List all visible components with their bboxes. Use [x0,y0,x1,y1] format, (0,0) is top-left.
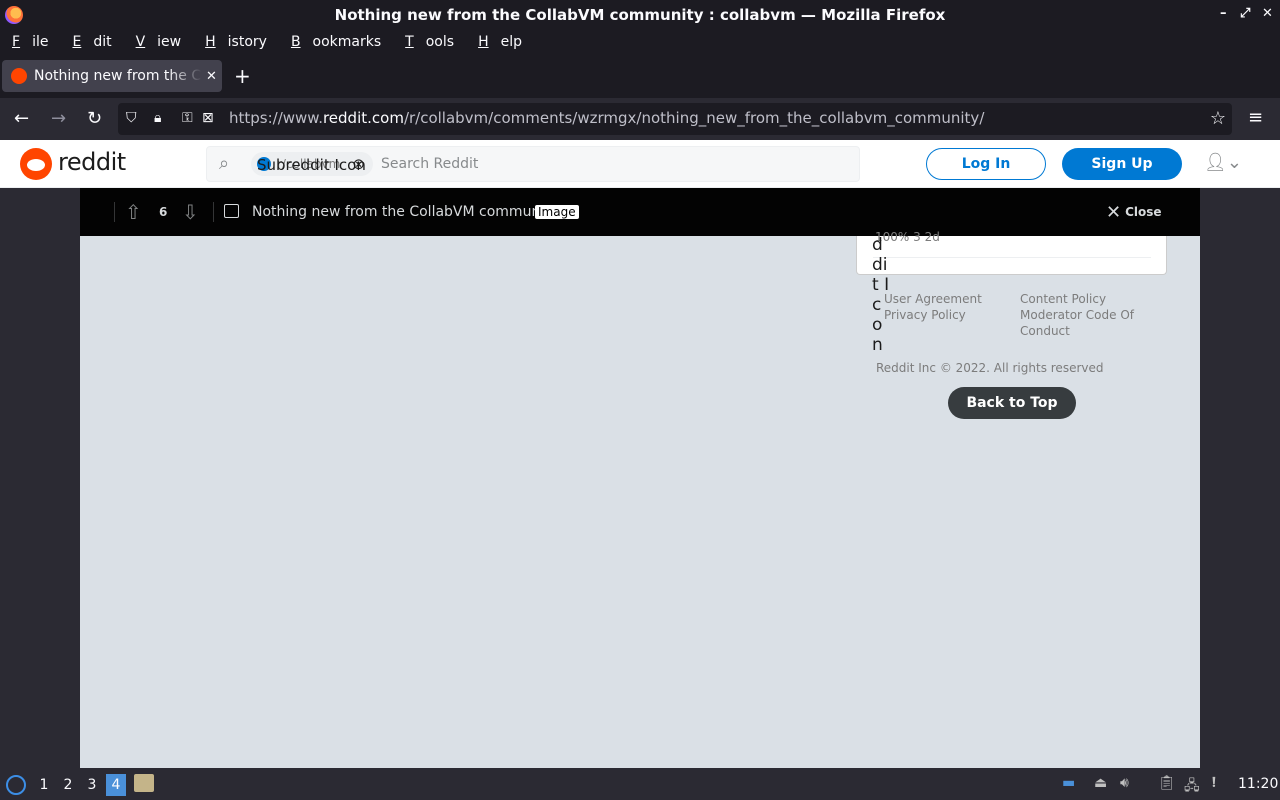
menu-edit[interactable]: Edit [66,34,117,50]
post-flair: Image [535,205,579,219]
lock-icon[interactable]: 🔒︎ [154,110,161,126]
close-icon: ✕ [1106,202,1122,223]
subreddit-icon-alt-text: Subreddit Icon [257,156,366,174]
menu-bookmarks[interactable]: Bookmarks [285,34,387,50]
new-tab-button[interactable]: + [234,64,251,88]
divider [873,257,1151,258]
window-titlebar: Nothing new from the CollabVM community … [0,0,1280,30]
eject-icon[interactable]: ⏏ [1094,775,1107,791]
subreddit-chip[interactable]: r/collabvm Subreddit Icon ⊗ [251,152,373,176]
reload-button[interactable]: ↻ [87,108,102,129]
window-title: Nothing new from the CollabVM community … [334,6,946,24]
reddit-logo-icon[interactable] [20,148,52,180]
display-icon[interactable]: ▬ [1062,775,1075,791]
image-post-icon [224,204,239,218]
volume-icon[interactable]: 🔊︎ [1120,775,1129,791]
reddit-wordmark[interactable]: reddit [58,148,126,176]
copyright-text: Reddit Inc © 2022. All rights reserved [876,361,1104,375]
reddit-search-box[interactable]: ⌕ r/collabvm Subreddit Icon ⊗ Search Red… [206,146,860,182]
maximize-button[interactable]: ⤢ [1240,6,1250,21]
notification-icon[interactable]: ❗︎ [1212,775,1216,791]
post-overlay-content [80,188,1200,768]
back-to-top-button[interactable]: Back to Top [948,387,1076,419]
workspace-4[interactable]: 4 [106,774,126,796]
menu-history[interactable]: History [199,34,273,50]
close-post-button[interactable]: ✕ Close [1106,202,1162,223]
menu-view[interactable]: View [130,34,188,50]
divider [114,202,115,222]
user-agreement-link[interactable]: User Agreement [884,292,982,306]
post-score: 6 [159,205,168,219]
file-manager-icon[interactable] [134,774,154,792]
reddit-favicon-icon [11,68,27,84]
menu-tools[interactable]: Tools [399,34,460,50]
login-button[interactable]: Log In [926,148,1046,180]
network-icon[interactable]: 🖧 [1184,775,1200,799]
tab-reddit-post[interactable]: Nothing new from the CollabVM community … [2,60,222,92]
user-menu-icon[interactable]: 👤︎⌄ [1204,152,1242,173]
menu-help[interactable]: Help [472,34,528,50]
menu-file[interactable]: File [6,34,54,50]
tab-strip: Nothing new from the CollabVM community … [0,54,1280,98]
moderator-code-link-continued[interactable]: Conduct [1020,324,1070,338]
url-bar[interactable]: ⛉ 🔒︎ ⚿ ⊠ https://www.reddit.com/r/collab… [118,103,1232,135]
tab-title: Nothing new from the CollabVM community … [34,68,202,84]
upvote-icon[interactable]: ⇧ [125,200,142,224]
community-card: 100% 3 2d [856,230,1167,275]
autoplay-blocked-icon[interactable]: ⊠ [202,110,214,126]
post-top-bar: ⇧ 6 ⇩ Nothing new from the CollabVM comm… [80,188,1200,236]
clipboard-icon[interactable]: 📋︎ [1158,775,1176,791]
forward-button[interactable]: → [51,108,66,129]
post-title: Nothing new from the CollabVM community [252,204,558,220]
back-button[interactable]: ← [14,108,29,129]
desktop-taskbar: 1 2 3 4 ▬ ⏏ 🔊︎ 📋︎ 🖧 ❗︎ 11:20 [0,768,1280,800]
search-input[interactable]: Search Reddit [381,156,478,172]
minimize-button[interactable]: – [1220,6,1227,21]
close-window-button[interactable]: ✕ [1262,6,1273,21]
moderator-code-link[interactable]: Moderator Code Of [1020,308,1134,322]
tab-close-icon[interactable]: ✕ [206,69,217,84]
signup-button[interactable]: Sign Up [1062,148,1182,180]
permissions-icon[interactable]: ⚿ [182,110,193,126]
downvote-icon[interactable]: ⇩ [182,200,199,224]
divider [213,202,214,222]
search-icon: ⌕ [219,153,230,174]
content-policy-link[interactable]: Content Policy [1020,292,1106,306]
menu-bar: File Edit View History Bookmarks Tools H… [0,30,1280,54]
remove-subreddit-icon[interactable]: ⊗ [352,155,365,173]
privacy-policy-link[interactable]: Privacy Policy [884,308,966,322]
workspace-2[interactable]: 2 [58,774,78,796]
clock: 11:20 [1238,776,1279,792]
start-menu-icon[interactable] [6,775,26,795]
shield-icon[interactable]: ⛉ [126,110,137,126]
workspace-1[interactable]: 1 [34,774,54,796]
app-menu-button[interactable]: ≡ [1248,107,1263,128]
firefox-logo-icon [5,6,23,24]
url-text[interactable]: https://www.reddit.com/r/collabvm/commen… [229,109,984,127]
bookmark-star-icon[interactable]: ☆ [1210,108,1226,129]
workspace-3[interactable]: 3 [82,774,102,796]
